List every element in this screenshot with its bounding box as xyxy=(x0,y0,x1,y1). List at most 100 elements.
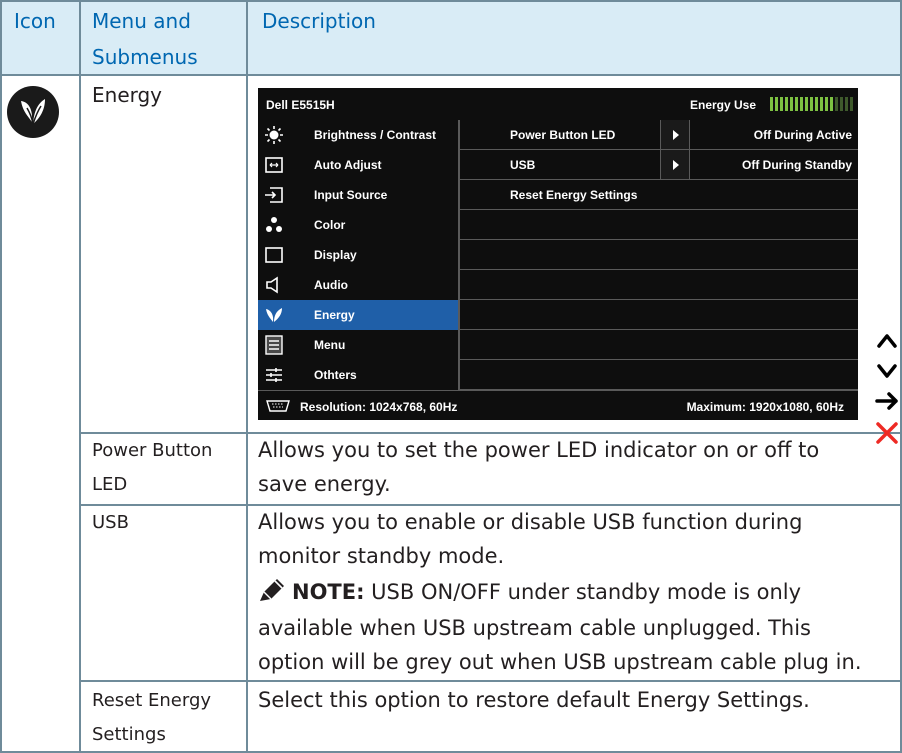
osd-row: Brightness / Contrast Power Button LED O… xyxy=(258,120,858,150)
energy-meter-bar xyxy=(850,97,853,111)
usb-note-line3: option will be grey out when USB upstrea… xyxy=(258,650,862,674)
energy-meter-bar xyxy=(845,97,848,111)
osd-menu-label: Color xyxy=(314,218,346,232)
osd-menu-label: Brightness / Contrast xyxy=(314,128,437,142)
osd-menu-item-brightness[interactable]: Brightness / Contrast xyxy=(258,120,458,150)
osd-submenu-empty xyxy=(460,360,858,390)
power-button-led-label-line1: Power Button xyxy=(92,440,213,461)
energy-meter-bar xyxy=(770,97,773,111)
osd-menu-item-input-source[interactable]: Input Source xyxy=(258,180,458,210)
color-icon xyxy=(266,217,282,232)
osd-resolution: Resolution: 1024x768, 60Hz xyxy=(300,400,458,414)
power-button-led-desc-line2: save energy. xyxy=(258,472,391,496)
reset-energy-label-line2: Settings xyxy=(92,724,166,745)
osd-menu-label: Display xyxy=(314,248,357,262)
energy-meter-bar xyxy=(775,97,778,111)
close-icon xyxy=(876,422,898,444)
auto-adjust-icon xyxy=(265,157,283,173)
osd-footer: Resolution: 1024x768, 60Hz Maximum: 1920… xyxy=(258,390,858,420)
energy-meter-bar xyxy=(840,97,843,111)
energy-meter-bar xyxy=(825,97,828,111)
osd-row: Audio xyxy=(258,270,858,300)
vga-connector-icon xyxy=(266,400,290,412)
osd-submenu-label: Power Button LED xyxy=(510,128,616,142)
osd-row: Display xyxy=(258,240,858,270)
submenu-arrow-icon xyxy=(660,150,690,179)
energy-meter-bar xyxy=(780,97,783,111)
osd-submenu-empty xyxy=(460,210,858,240)
osd-menu-label: Input Source xyxy=(314,188,388,202)
energy-meter-bar xyxy=(785,97,788,111)
osd-menu-label: Othters xyxy=(314,368,357,382)
osd-menu-item-color[interactable]: Color xyxy=(258,210,458,240)
osd-row: Othters xyxy=(258,360,858,390)
energy-meter-bar xyxy=(835,97,838,111)
osd-menu-label: Energy xyxy=(314,308,355,322)
energy-menu-table: Icon Menu and Submenus Description Energ… xyxy=(0,0,902,753)
osd-submenu-label: USB xyxy=(510,158,536,172)
energy-meter-bar xyxy=(820,97,823,111)
header-description: Description xyxy=(262,9,376,33)
osd-row: Auto Adjust USB Off During Standby xyxy=(258,150,858,180)
energy-meter-bar xyxy=(790,97,793,111)
osd-menu-item-others[interactable]: Othters xyxy=(258,360,458,390)
header-icon: Icon xyxy=(14,9,56,33)
down-arrow-icon xyxy=(877,364,897,378)
reset-energy-desc: Select this option to restore default En… xyxy=(258,688,810,712)
menu-icon xyxy=(265,335,283,355)
osd-menu-item-energy[interactable]: Energy xyxy=(258,300,458,330)
osd-screenshot: Dell E5515H Energy Use Brightness / Cont… xyxy=(258,88,858,420)
energy-meter-bar xyxy=(815,97,818,111)
others-icon xyxy=(266,368,282,382)
usb-desc-line2: monitor standby mode. xyxy=(258,544,505,568)
header-menu-line2: Submenus xyxy=(92,45,198,69)
note-text: USB ON/OFF under standby mode is only xyxy=(364,580,802,604)
osd-submenu-reset-energy[interactable]: Reset Energy Settings xyxy=(460,180,858,210)
osd-row: Color xyxy=(258,210,858,240)
osd-submenu-usb[interactable]: USB Off During Standby xyxy=(460,150,858,180)
usb-label: USB xyxy=(92,512,129,533)
osd-submenu-empty xyxy=(460,330,858,360)
brightness-icon xyxy=(265,126,283,144)
osd-menu-item-audio[interactable]: Audio xyxy=(258,270,458,300)
grid-line xyxy=(246,0,248,753)
osd-submenu-empty xyxy=(460,240,858,270)
header-menu-line1: Menu and xyxy=(92,9,191,33)
audio-icon xyxy=(266,276,278,294)
reset-energy-label-line1: Reset Energy xyxy=(92,690,212,711)
energy-icon xyxy=(266,308,282,322)
energy-meter-bar xyxy=(795,97,798,111)
usb-note-line2: available when USB upstream cable unplug… xyxy=(258,616,811,640)
osd-menu-item-menu[interactable]: Menu xyxy=(258,330,458,360)
display-icon xyxy=(265,247,283,263)
usb-note-line1: NOTE: USB ON/OFF under standby mode is o… xyxy=(258,574,801,610)
grid-line xyxy=(79,0,81,753)
energy-meter-bar xyxy=(830,97,833,111)
osd-row: Energy xyxy=(258,300,858,330)
osd-submenu-power-led[interactable]: Power Button LED Off During Active xyxy=(460,120,858,150)
up-arrow-icon xyxy=(877,334,897,348)
osd-submenu-empty xyxy=(460,300,858,330)
osd-energy-use-label: Energy Use xyxy=(690,98,757,112)
energy-meter-bar xyxy=(810,97,813,111)
energy-meter-bar xyxy=(805,97,808,111)
note-pencil-icon xyxy=(260,579,284,601)
osd-menu-item-auto-adjust[interactable]: Auto Adjust xyxy=(258,150,458,180)
osd-row: Input Source Reset Energy Settings xyxy=(258,180,858,210)
power-button-led-label-line2: LED xyxy=(92,474,128,495)
osd-model-name: Dell E5515H xyxy=(266,98,335,112)
energy-label: Energy xyxy=(92,83,163,107)
grid-line xyxy=(0,0,2,753)
osd-maximum-resolution: Maximum: 1920x1080, 60Hz xyxy=(686,400,844,414)
osd-menu-item-display[interactable]: Display xyxy=(258,240,458,270)
input-source-icon xyxy=(265,187,283,203)
usb-desc-line1: Allows you to enable or disable USB func… xyxy=(258,510,803,534)
power-button-led-desc-line1: Allows you to set the power LED indicato… xyxy=(258,438,820,462)
right-arrow-icon xyxy=(875,392,898,410)
osd-submenu-empty xyxy=(460,270,858,300)
osd-submenu-value: Off During Active xyxy=(753,128,852,142)
grid-line xyxy=(0,74,902,76)
osd-row: Menu xyxy=(258,330,858,360)
energy-meter-bar xyxy=(800,97,803,111)
osd-submenu-value: Off During Standby xyxy=(742,158,852,172)
